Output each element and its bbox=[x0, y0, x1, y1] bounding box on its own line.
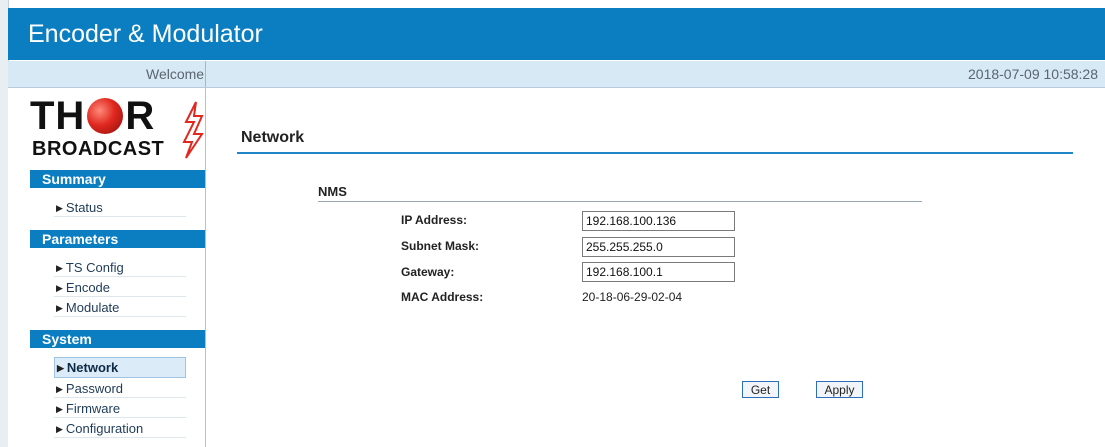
gateway-label: Gateway: bbox=[401, 265, 455, 279]
mac-address-label: MAC Address: bbox=[401, 290, 484, 304]
sidebar-item-network[interactable]: ▶ Network bbox=[54, 357, 186, 378]
sidebar-item-modulate[interactable]: ▶ Modulate bbox=[54, 298, 186, 317]
triangle-right-icon: ▶ bbox=[56, 303, 63, 313]
sidebar-item-password[interactable]: ▶ Password bbox=[54, 379, 186, 398]
section-parameters: Parameters bbox=[30, 230, 205, 248]
sidebar-item-label: Password bbox=[65, 381, 123, 396]
datetime-display: 2018-07-09 10:58:28 bbox=[968, 66, 1098, 82]
section-summary: Summary bbox=[30, 170, 205, 188]
thor-broadcast-logo: TH R BROADCAST bbox=[30, 96, 206, 160]
globe-icon bbox=[87, 98, 124, 134]
subnet-mask-field[interactable] bbox=[582, 237, 735, 257]
nms-divider bbox=[318, 201, 922, 202]
sidebar-item-configuration[interactable]: ▶ Configuration bbox=[54, 419, 186, 438]
welcome-bar: Welcome 2018-07-09 10:58:28 bbox=[8, 61, 1105, 88]
welcome-divider bbox=[205, 61, 206, 87]
title-divider bbox=[237, 152, 1073, 154]
ip-address-field[interactable] bbox=[582, 211, 735, 231]
apply-button[interactable]: Apply bbox=[816, 381, 863, 398]
triangle-right-icon: ▶ bbox=[56, 203, 63, 213]
triangle-right-icon: ▶ bbox=[57, 363, 64, 373]
logo-thor-text: TH R bbox=[30, 94, 156, 138]
sidebar-item-label: Encode bbox=[65, 280, 111, 295]
lightning-bolt-icon bbox=[182, 101, 204, 159]
sidebar-item-encode[interactable]: ▶ Encode bbox=[54, 278, 186, 297]
sidebar-item-label: Modulate bbox=[65, 300, 120, 315]
page-title: Network bbox=[241, 129, 305, 146]
triangle-right-icon: ▶ bbox=[56, 424, 63, 434]
nms-section-title: NMS bbox=[318, 184, 347, 199]
sidebar-item-label: Configuration bbox=[65, 421, 144, 436]
app-title: Encoder & Modulator bbox=[28, 20, 263, 48]
mac-address-value: 20-18-06-29-02-04 bbox=[582, 290, 683, 304]
sidebar-item-label: Status bbox=[65, 200, 103, 215]
triangle-right-icon: ▶ bbox=[56, 263, 63, 273]
sidebar: TH R BROADCAST Summary ▶ Status Parameters… bbox=[8, 88, 206, 447]
triangle-right-icon: ▶ bbox=[56, 384, 63, 394]
welcome-text: Welcome bbox=[146, 66, 205, 82]
sidebar-item-ts-config[interactable]: ▶ TS Config bbox=[54, 258, 186, 277]
sidebar-item-label: Firmware bbox=[65, 401, 121, 416]
app-header: Encoder & Modulator bbox=[8, 8, 1105, 60]
ip-address-label: IP Address: bbox=[401, 213, 468, 227]
gateway-field[interactable] bbox=[582, 262, 735, 282]
triangle-right-icon: ▶ bbox=[56, 283, 63, 293]
section-system: System bbox=[30, 330, 205, 348]
sidebar-item-firmware[interactable]: ▶ Firmware bbox=[54, 399, 186, 418]
sidebar-item-status[interactable]: ▶ Status bbox=[54, 198, 186, 217]
sidebar-item-label: TS Config bbox=[65, 260, 124, 275]
sidebar-item-label: Network bbox=[66, 360, 119, 375]
triangle-right-icon: ▶ bbox=[56, 404, 63, 414]
subnet-mask-label: Subnet Mask: bbox=[401, 239, 480, 253]
logo-broadcast-text: BROADCAST bbox=[32, 138, 165, 160]
get-button[interactable]: Get bbox=[742, 381, 779, 398]
